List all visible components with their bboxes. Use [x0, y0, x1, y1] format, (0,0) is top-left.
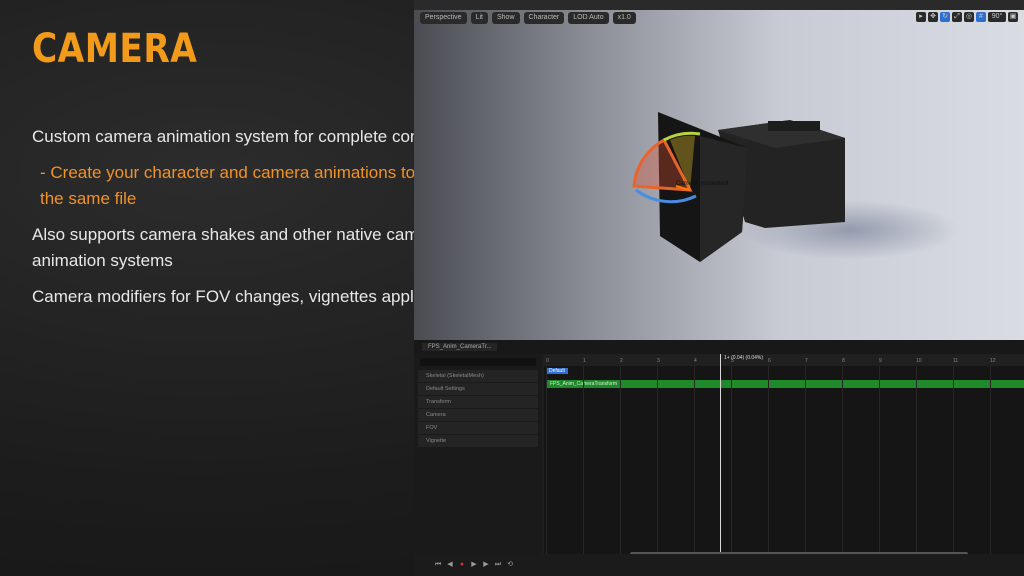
track-row[interactable]: Vignette [418, 435, 538, 447]
camera-label: Camera_movement [676, 181, 729, 187]
sequencer-panel: FPS_Anim_CameraTr... Skeletal (SkeletalM… [414, 340, 1024, 576]
track-row[interactable]: Transform [418, 396, 538, 408]
grid-line [953, 366, 954, 554]
sequencer-tabbar: FPS_Anim_CameraTr... [414, 340, 1024, 354]
ruler-tick: 0 [546, 358, 549, 364]
record-icon[interactable]: ● [458, 561, 466, 569]
ruler-tick: 1 [583, 358, 586, 364]
jump-start-icon[interactable]: ⏮ [434, 561, 442, 569]
timeline-ruler[interactable]: 012345678910111213 [544, 354, 1024, 366]
grid-line [805, 366, 806, 554]
ruler-tick: 9 [879, 358, 882, 364]
camera-front-edge [700, 136, 748, 262]
ruler-tick: 2 [620, 358, 623, 364]
sequencer-tab[interactable]: FPS_Anim_CameraTr... [422, 343, 498, 351]
grid-line [916, 366, 917, 554]
grid-line [546, 366, 547, 554]
grid-line [990, 366, 991, 554]
ruler-tick: 3 [657, 358, 660, 364]
track-search-input[interactable] [420, 358, 536, 366]
playhead-label: 1+ (0.04) (0.04%) [724, 355, 764, 361]
grid-line [583, 366, 584, 554]
loop-icon[interactable]: ⟲ [506, 561, 514, 569]
default-tag: Default [546, 368, 568, 374]
ruler-tick: 11 [953, 358, 959, 364]
play-icon[interactable]: ▶ [470, 561, 478, 569]
track-row[interactable]: Camera [418, 409, 538, 421]
track-row[interactable]: Skeletal (SkeletalMesh) [418, 370, 538, 382]
ruler-tick: 7 [805, 358, 808, 364]
step-back-icon[interactable]: ◀ [446, 561, 454, 569]
ruler-tick: 6 [768, 358, 771, 364]
ruler-tick: 4 [694, 358, 697, 364]
playhead[interactable] [720, 354, 721, 554]
jump-end-icon[interactable]: ⏭ [494, 561, 502, 569]
step-forward-icon[interactable]: ▶ [482, 561, 490, 569]
grid-line [731, 366, 732, 554]
ruler-tick: 12 [990, 358, 996, 364]
ruler-tick: 10 [916, 358, 922, 364]
grid-line [768, 366, 769, 554]
grid-line [620, 366, 621, 554]
ruler-tick: 8 [842, 358, 845, 364]
timeline[interactable]: 012345678910111213 Default FPS_Anim_Came… [544, 354, 1024, 554]
grid-line [842, 366, 843, 554]
grid-line [657, 366, 658, 554]
camera-handle [768, 121, 820, 131]
track-list: Skeletal (SkeletalMesh) Default Settings… [414, 354, 542, 554]
track-row[interactable]: Default Settings [418, 383, 538, 395]
transport-controls: ⏮ ◀ ● ▶ ▶ ⏭ ⟲ [414, 554, 1024, 576]
grid-line [694, 366, 695, 554]
grid-line [879, 366, 880, 554]
track-row[interactable]: FOV [418, 422, 538, 434]
